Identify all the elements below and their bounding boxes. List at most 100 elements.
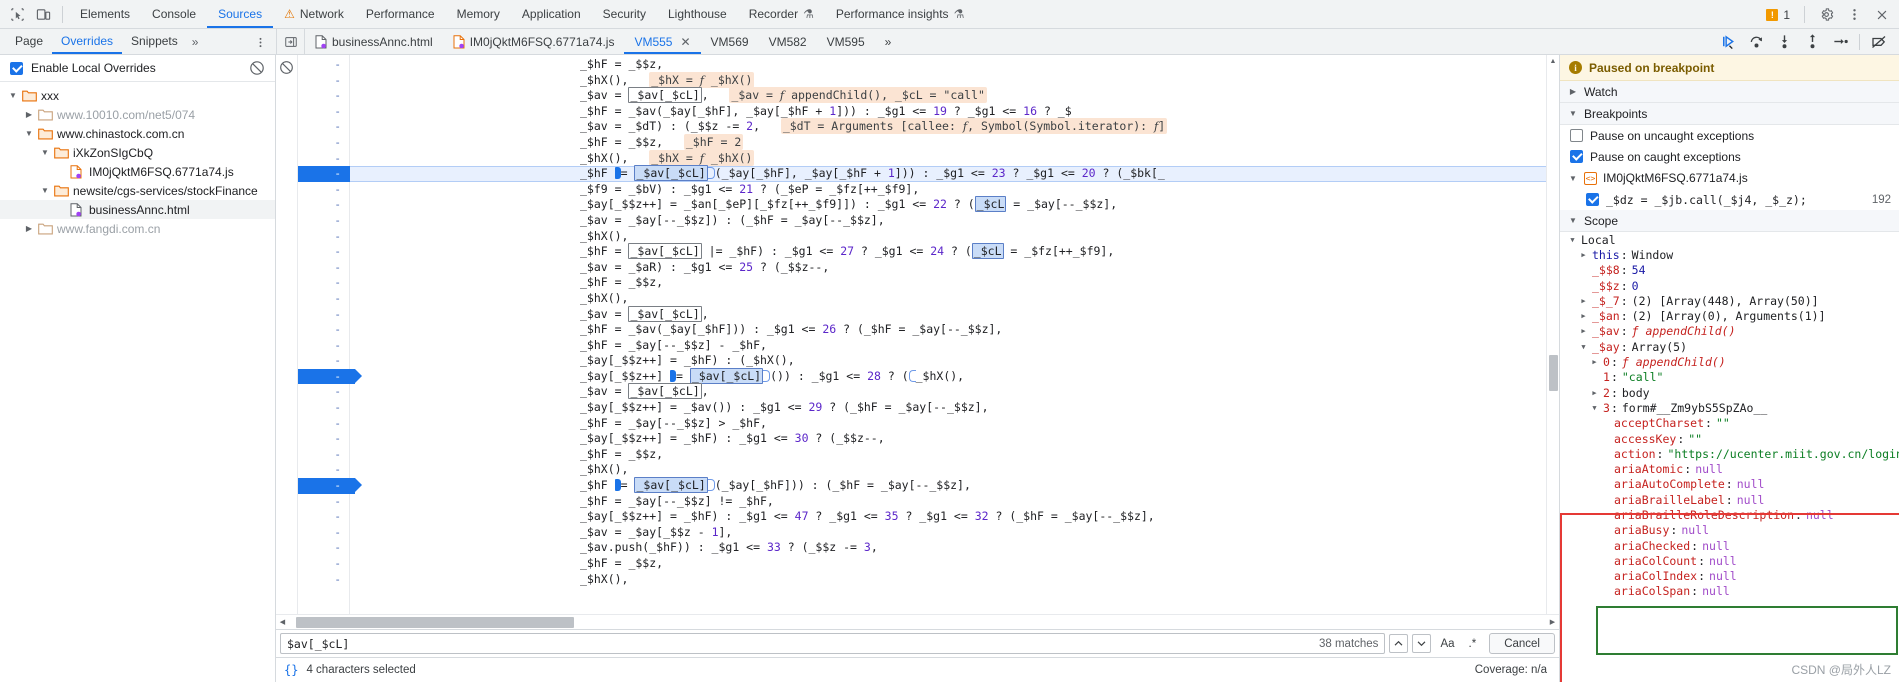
line-number[interactable]: - (298, 197, 349, 213)
line-number[interactable]: - (298, 88, 349, 104)
tab-security[interactable]: Security (592, 0, 657, 28)
scope-property-row[interactable]: ▶_$$8: 54 (1560, 263, 1899, 278)
code-line[interactable]: _$av = _$av[_$cL], (350, 383, 1559, 400)
breakpoint-enabled-checkbox[interactable] (1586, 193, 1599, 206)
code-line[interactable]: _$hF = _$$z, (350, 275, 1559, 291)
code-line[interactable]: _$hF = _$av(_$ay[_$hF], _$ay[_$hF + 1]))… (350, 104, 1559, 120)
code-line[interactable]: _$hX(), (350, 572, 1559, 588)
line-number[interactable]: - (298, 494, 349, 510)
line-number[interactable]: - (298, 338, 349, 354)
line-number[interactable]: - (298, 260, 349, 276)
scope-property-row[interactable]: ▼ _$ay: Array(5) (1560, 339, 1899, 354)
scope-property-row[interactable]: ▼ 3: form#__Zm9ybS5SpZAo__ (1560, 400, 1899, 415)
chevron-right-icon[interactable]: ▶ (1579, 327, 1588, 335)
chevron-right-icon[interactable]: ▶ (1579, 297, 1588, 305)
line-number[interactable]: - (298, 572, 349, 588)
file-tab-im0jqktm6fsq-6771a74-js[interactable]: IM0jQktM6FSQ.6771a74.js (443, 29, 625, 54)
close-tab-icon[interactable]: ✕ (680, 35, 690, 49)
line-number[interactable]: - (298, 384, 349, 400)
vertical-scroll-thumb[interactable] (1549, 355, 1558, 391)
code-line[interactable]: _$av = _$aR) : _$g1 <= 25 ? (_$$z--, (350, 260, 1559, 276)
file-tabs-more-icon[interactable]: » (875, 29, 902, 54)
chevron-down-icon[interactable]: ▼ (40, 148, 50, 157)
code-line[interactable]: _$ay[_$$z++] = _$an[_$eP][_$fz[++_$f9]])… (350, 196, 1559, 213)
line-number[interactable]: - (298, 151, 349, 167)
code-line[interactable]: _$hX(), (350, 291, 1559, 307)
chevron-right-icon[interactable]: ▶ (1590, 389, 1599, 397)
scope-property-row[interactable]: ▶ 0: ƒ appendChild() (1560, 354, 1899, 369)
scope-property-row[interactable]: ▶ariaBusy: null (1560, 523, 1899, 538)
scope-property-row[interactable]: ▶ariaColSpan: null (1560, 584, 1899, 599)
toggle-navigator-icon[interactable] (277, 29, 305, 54)
code-line[interactable]: _$hF = _$av[_$cL] (_$ay[_$hF], _$ay[_$hF … (350, 165, 1559, 182)
tab-elements[interactable]: Elements (69, 0, 141, 28)
scope-property-row[interactable]: ▶ 2: body (1560, 385, 1899, 400)
search-input[interactable]: $av[_$cL] 38 matches (280, 633, 1386, 654)
line-number[interactable]: - (298, 307, 349, 323)
code-line[interactable]: _$hF = _$av[_$cL] (_$ay[_$hF])) : (_$hF =… (350, 477, 1559, 494)
code-line[interactable]: _$hX(), _$hX = f _$hX() (350, 71, 1559, 89)
pretty-print-icon[interactable]: {} (284, 663, 298, 677)
navigator-kebab-icon[interactable] (252, 33, 268, 51)
regex-button[interactable]: .* (1464, 634, 1482, 653)
code-line[interactable]: _$ay[_$$z++] = _$hF) : (_$hX(), (350, 353, 1559, 369)
scope-property-row[interactable]: ▶acceptCharset: "" (1560, 416, 1899, 431)
code-line[interactable]: _$hX(), (350, 462, 1559, 478)
search-prev-button[interactable] (1389, 634, 1409, 653)
nav-tab-snippets[interactable]: Snippets (122, 29, 187, 54)
line-number[interactable]: - (298, 400, 349, 416)
chevron-right-icon[interactable]: ▶ (1579, 312, 1588, 320)
line-number[interactable]: - (298, 525, 349, 541)
breakpoint-entry-row[interactable]: _$dz = _$jb.call(_$j4, _$_z); 192 (1560, 189, 1899, 210)
device-toolbar-icon[interactable] (30, 1, 56, 27)
code-line[interactable]: _$av.push(_$hF)) : _$g1 <= 33 ? (_$$z -=… (350, 540, 1559, 556)
scope-property-row[interactable]: ▶_$$z: 0 (1560, 278, 1899, 293)
chevron-down-icon[interactable]: ▼ (40, 186, 50, 195)
line-number-gutter[interactable]: ---------------------------------- (298, 55, 362, 614)
breakpoint-file-row[interactable]: ▼ <> IM0jQktM6FSQ.6771a74.js (1560, 167, 1899, 189)
scroll-left-arrow[interactable]: ◀ (276, 618, 289, 626)
line-number[interactable]: - (298, 135, 349, 151)
line-number[interactable]: - (298, 462, 349, 478)
code-line[interactable]: _$ay[_$$z++] = _$hF) : _$g1 <= 47 ? _$g1… (350, 509, 1559, 525)
chevron-down-icon[interactable]: ▼ (1568, 236, 1577, 244)
code-line[interactable]: _$hF = _$$z, (350, 556, 1559, 572)
scope-property-row[interactable]: ▶ariaBrailleRoleDescription: null (1560, 507, 1899, 522)
code-line[interactable]: _$hF = _$av(_$ay[_$hF])) : _$g1 <= 26 ? … (350, 322, 1559, 338)
code-line[interactable]: _$av = _$av[_$cL], (350, 305, 1559, 323)
tab-network[interactable]: ⚠ Network (273, 0, 355, 28)
tab-console[interactable]: Console (141, 0, 207, 28)
code-line[interactable]: _$av = _$dT) : (_$$z -= 2, _$dT = Argume… (350, 118, 1559, 135)
step-out-button[interactable] (1798, 29, 1826, 54)
scope-property-row[interactable]: ▶ariaChecked: null (1560, 538, 1899, 553)
chevron-right-icon[interactable]: ▶ (24, 224, 34, 233)
file-tab-vm569[interactable]: VM569 (701, 29, 759, 54)
chevron-right-icon[interactable]: ▶ (1579, 251, 1588, 259)
nav-tab-overrides[interactable]: Overrides (52, 29, 122, 54)
line-number[interactable]: - (298, 57, 349, 73)
tab-memory[interactable]: Memory (446, 0, 511, 28)
chevron-down-icon[interactable]: ▼ (1590, 404, 1599, 412)
code-line[interactable]: _$hF = _$av[_$cL] |= _$hF) : _$g1 <= 27 … (350, 243, 1559, 260)
scope-property-row[interactable]: ▶ariaBrailleLabel: null (1560, 492, 1899, 507)
tree-item-newsite-cgs-services-stockfinance[interactable]: ▼ newsite/cgs-services/stockFinance (0, 181, 275, 200)
match-case-button[interactable]: Aa (1435, 634, 1459, 653)
breakpoint-marker[interactable]: - (298, 166, 362, 182)
pause-uncaught-checkbox[interactable] (1570, 129, 1583, 142)
scope-property-row[interactable]: ▶ariaColCount: null (1560, 553, 1899, 568)
scope-property-row[interactable]: ▶ _$_7: (2) [Array(448), Array(50)] (1560, 293, 1899, 308)
tree-item-www-chinastock-com-cn[interactable]: ▼ www.chinastock.com.cn (0, 124, 275, 143)
file-tab-vm595[interactable]: VM595 (817, 29, 875, 54)
step-over-button[interactable] (1742, 29, 1770, 54)
line-number[interactable]: - (298, 322, 349, 338)
kebab-icon[interactable] (1841, 2, 1867, 28)
line-number[interactable]: - (298, 182, 349, 198)
scope-local-row[interactable]: ▼ Local (1560, 232, 1899, 247)
warning-count-badge[interactable]: ! 1 (1760, 8, 1796, 22)
search-next-button[interactable] (1412, 634, 1432, 653)
tree-item-im0jqktm6fsq-6771a74-js[interactable]: ▶IM0jQktM6FSQ.6771a74.js (0, 162, 275, 181)
line-number[interactable]: - (298, 353, 349, 369)
tab-recorder[interactable]: Recorder ⚗ (738, 0, 825, 28)
scope-property-row[interactable]: ▶ _$av: ƒ appendChild() (1560, 324, 1899, 339)
line-number[interactable]: - (298, 73, 349, 89)
